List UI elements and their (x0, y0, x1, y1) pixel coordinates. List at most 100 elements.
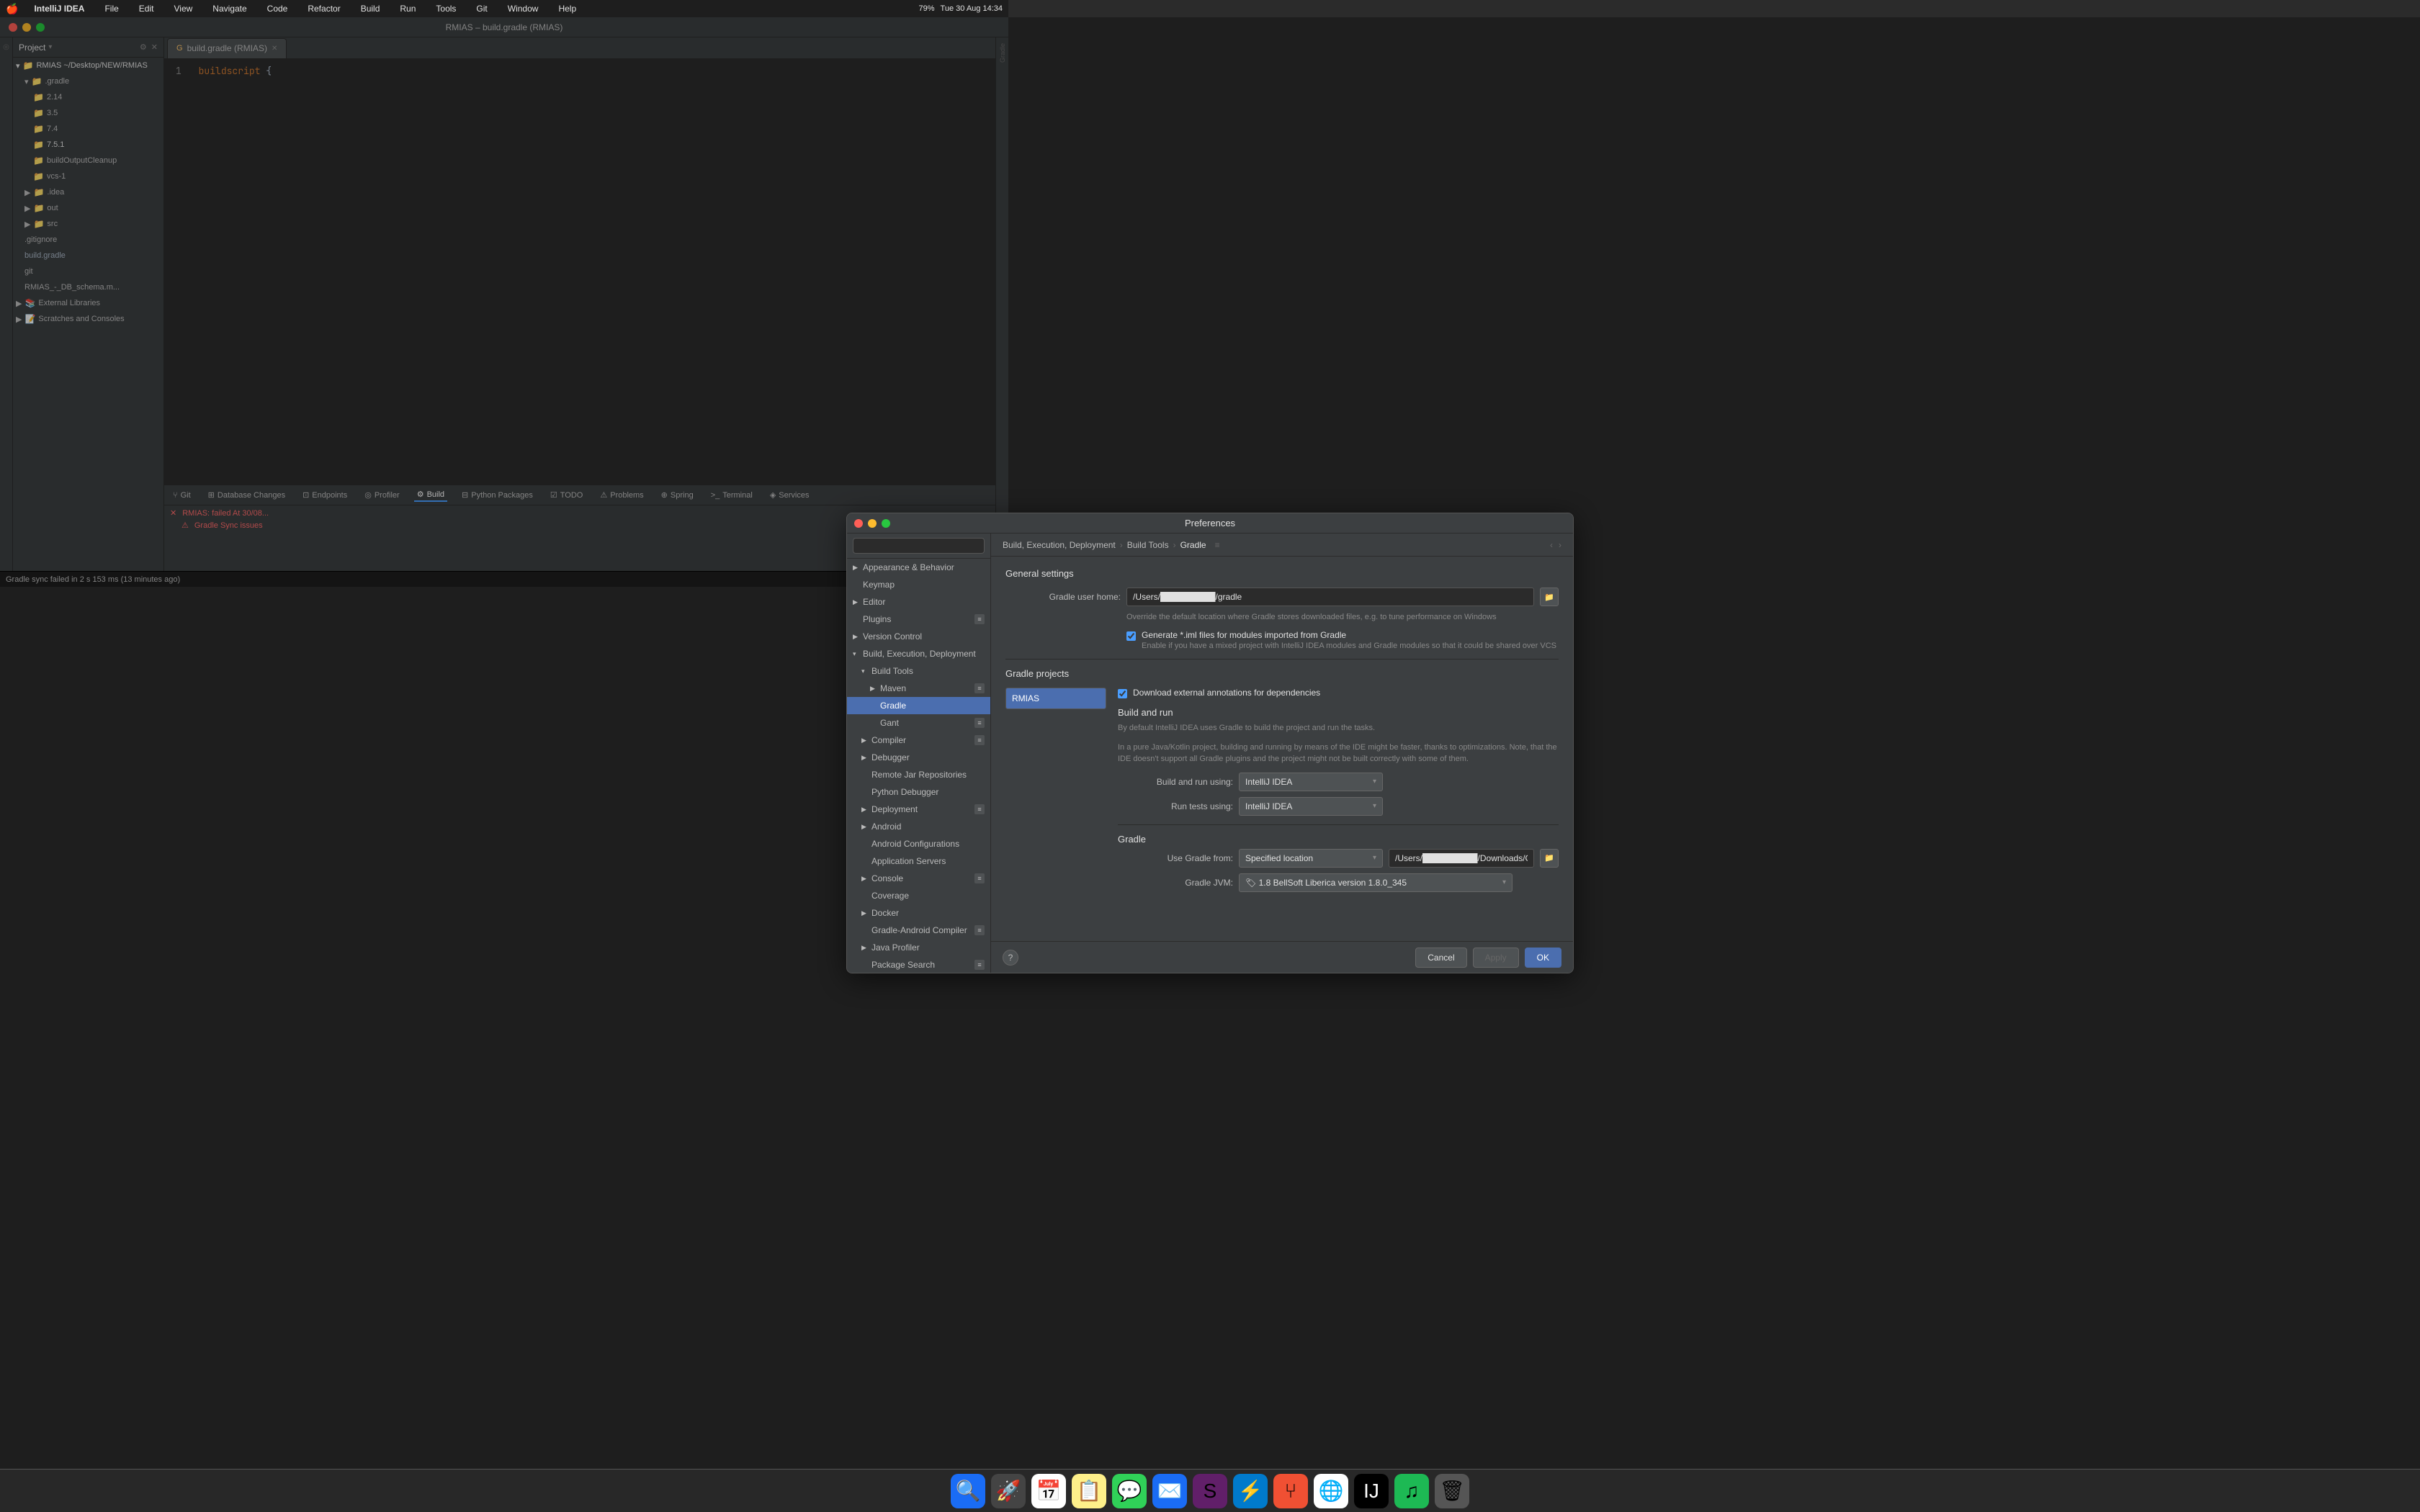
nav-item-coverage[interactable]: Coverage (847, 887, 990, 904)
projects-section: RMIAS Download external annotations for … (1005, 688, 1559, 898)
nav-item-android-config[interactable]: Android Configurations (847, 835, 990, 852)
build-run-using-select[interactable]: IntelliJ IDEA ▾ (1239, 773, 1383, 791)
dock-icon-launchpad[interactable]: 🚀 (991, 1474, 1026, 1508)
dock-icon-intellij[interactable]: IJ (1354, 1474, 1389, 1508)
dock: 🔍 🚀 📅 📋 💬 ✉️ S ⚡ ⑂ 🌐 IJ ♫ 🗑 (0, 1469, 2420, 1512)
help-button[interactable]: ? (1003, 950, 1018, 966)
gradle-user-home-browse-button[interactable]: 📁 (1540, 588, 1559, 606)
dialog-breadcrumb: Build, Execution, Deployment › Build Too… (991, 534, 1573, 557)
nav-item-console[interactable]: ▶ Console ≡ (847, 870, 990, 887)
breadcrumb-sep2: › (1173, 540, 1176, 550)
nav-item-appearance[interactable]: ▶ Appearance & Behavior (847, 559, 990, 576)
project-list-item-rmias[interactable]: RMIAS (1006, 688, 1106, 708)
gradle-jvm-dropdown-icon: ▾ (1502, 878, 1506, 886)
dock-icon-chrome[interactable]: 🌐 (1314, 1474, 1348, 1508)
breadcrumb-menu-icon[interactable]: ≡ (1215, 540, 1220, 550)
menu-tools[interactable]: Tools (431, 3, 460, 14)
dock-icon-messages[interactable]: 💬 (1112, 1474, 1147, 1508)
dock-icon-git[interactable]: ⑂ (1273, 1474, 1308, 1508)
nav-item-gant[interactable]: Gant ≡ (847, 714, 990, 732)
breadcrumb-back-button[interactable]: ‹ (1550, 540, 1553, 550)
menu-refactor[interactable]: Refactor (303, 3, 344, 14)
dock-icon-mail[interactable]: ✉️ (1152, 1474, 1187, 1508)
dock-icon-calendar[interactable]: 📅 (1031, 1474, 1066, 1508)
dialog-close-button[interactable] (854, 519, 863, 528)
nav-item-app-servers[interactable]: Application Servers (847, 852, 990, 870)
menu-window[interactable]: Window (503, 3, 543, 14)
gradle-path-browse-button[interactable]: 📁 (1540, 849, 1559, 868)
nav-item-gradle[interactable]: Gradle (847, 697, 990, 714)
menu-git[interactable]: Git (472, 3, 491, 14)
breadcrumb-part1[interactable]: Build, Execution, Deployment (1003, 540, 1116, 550)
nav-item-python-debugger[interactable]: Python Debugger (847, 783, 990, 801)
nav-label-remote-jar: Remote Jar Repositories (871, 770, 967, 780)
menu-build[interactable]: Build (357, 3, 385, 14)
dock-icon-trash[interactable]: 🗑 (1435, 1474, 1469, 1508)
badge-plugins: ≡ (974, 614, 985, 624)
breadcrumb-part2[interactable]: Build Tools (1127, 540, 1169, 550)
dock-icon-spotify[interactable]: ♫ (1394, 1474, 1429, 1508)
nav-item-keymap[interactable]: Keymap (847, 576, 990, 593)
cancel-button[interactable]: Cancel (1415, 948, 1466, 968)
ok-button[interactable]: OK (1525, 948, 1561, 968)
nav-label-appearance: Appearance & Behavior (863, 562, 954, 572)
use-gradle-from-select[interactable]: Specified location ▾ (1239, 849, 1383, 868)
menu-file[interactable]: File (100, 3, 122, 14)
menu-edit[interactable]: Edit (135, 3, 158, 14)
nav-label-editor: Editor (863, 597, 885, 607)
nav-label-android: Android (871, 822, 901, 832)
apple-menu[interactable]: 🍎 (6, 3, 18, 15)
nav-item-remote-jar[interactable]: Remote Jar Repositories (847, 766, 990, 783)
menu-code[interactable]: Code (263, 3, 292, 14)
breadcrumb-forward-button[interactable]: › (1559, 540, 1561, 550)
arrow-icon-appearance: ▶ (853, 564, 860, 572)
arrow-icon-build-tools: ▾ (861, 667, 869, 675)
generate-iml-labels: Generate *.iml files for modules importe… (1142, 630, 1556, 650)
nav-label-vcs: Version Control (863, 631, 922, 642)
dock-icon-slack[interactable]: S (1193, 1474, 1227, 1508)
gradle-user-home-input[interactable] (1126, 588, 1534, 606)
section-projects-title: Gradle projects (1005, 668, 1559, 679)
menu-help[interactable]: Help (554, 3, 581, 14)
build-run-title: Build and run (1118, 707, 1559, 718)
dialog-search-input[interactable] (853, 538, 985, 554)
menu-run[interactable]: Run (395, 3, 420, 14)
nav-item-maven[interactable]: ▶ Maven ≡ (847, 680, 990, 697)
menu-appname[interactable]: IntelliJ IDEA (30, 3, 89, 14)
breadcrumb-part3: Gradle (1180, 540, 1206, 550)
badge-package-search: ≡ (974, 960, 985, 970)
nav-item-docker[interactable]: ▶ Docker (847, 904, 990, 922)
nav-item-deployment[interactable]: ▶ Deployment ≡ (847, 801, 990, 818)
badge-gant: ≡ (974, 718, 985, 728)
dock-icon-notes[interactable]: 📋 (1072, 1474, 1106, 1508)
dock-icon-vscode[interactable]: ⚡ (1233, 1474, 1268, 1508)
nav-item-plugins[interactable]: Plugins ≡ (847, 611, 990, 628)
run-tests-using-select[interactable]: IntelliJ IDEA ▾ (1239, 797, 1383, 816)
generate-iml-checkbox[interactable] (1126, 631, 1136, 641)
nav-label-package-search: Package Search (871, 960, 935, 970)
nav-item-android[interactable]: ▶ Android (847, 818, 990, 835)
dock-icon-finder[interactable]: 🔍 (951, 1474, 985, 1508)
menu-navigate[interactable]: Navigate (208, 3, 251, 14)
dialog-max-button[interactable] (882, 519, 890, 528)
nav-item-java-profiler[interactable]: ▶ Java Profiler (847, 939, 990, 956)
nav-item-debugger[interactable]: ▶ Debugger (847, 749, 990, 766)
gradle-path-input[interactable] (1389, 849, 1534, 868)
nav-item-gradle-android[interactable]: Gradle-Android Compiler ≡ (847, 922, 990, 939)
nav-item-bed[interactable]: ▾ Build, Execution, Deployment (847, 645, 990, 662)
dialog-footer: ? Cancel Apply OK (991, 941, 1573, 973)
menu-view[interactable]: View (169, 3, 197, 14)
nav-item-editor[interactable]: ▶ Editor (847, 593, 990, 611)
download-annotations-checkbox[interactable] (1118, 689, 1127, 698)
apply-button[interactable]: Apply (1473, 948, 1519, 968)
nav-item-compiler[interactable]: ▶ Compiler ≡ (847, 732, 990, 749)
dialog-body: ▶ Appearance & Behavior Keymap ▶ Editor … (847, 534, 1573, 973)
nav-item-package-search[interactable]: Package Search ≡ (847, 956, 990, 973)
arrow-icon-deployment: ▶ (861, 806, 869, 814)
nav-label-deployment: Deployment (871, 804, 918, 814)
nav-item-vcs[interactable]: ▶ Version Control (847, 628, 990, 645)
gradle-jvm-select[interactable]: 🏷 1.8 BellSoft Liberica version 1.8.0_34… (1239, 873, 1512, 892)
nav-label-gradle-android: Gradle-Android Compiler (871, 925, 967, 935)
dialog-min-button[interactable] (868, 519, 877, 528)
nav-item-build-tools[interactable]: ▾ Build Tools (847, 662, 990, 680)
